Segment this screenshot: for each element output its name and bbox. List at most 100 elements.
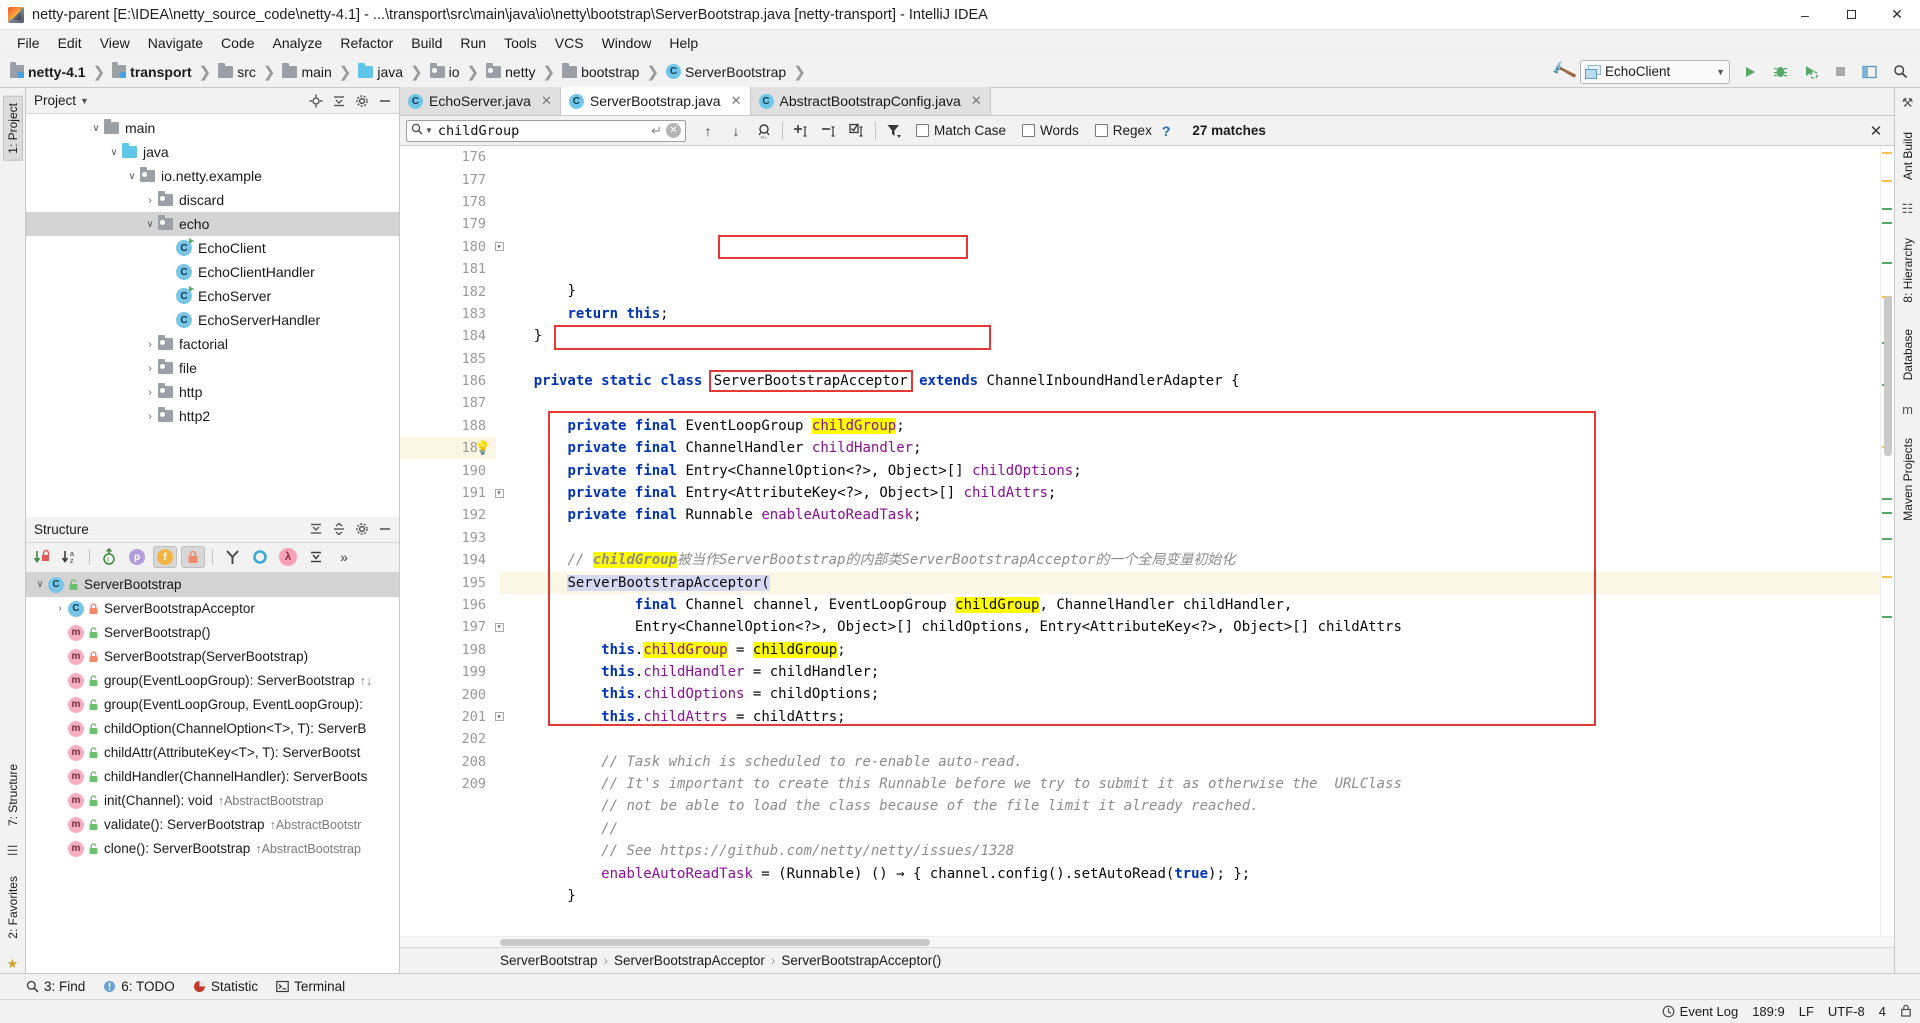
caret-position[interactable]: 189:9 [1752, 1004, 1785, 1019]
run-button[interactable] [1736, 59, 1764, 85]
debug-button[interactable] [1766, 59, 1794, 85]
bottom-item-todo[interactable]: 6: TODO [103, 979, 175, 994]
gutter-line[interactable]: 182 [400, 280, 496, 302]
clear-icon[interactable]: ✕ [666, 123, 681, 138]
gutter-line[interactable]: 196 [400, 594, 496, 616]
gutter-line[interactable]: ▾ 197 [400, 616, 504, 638]
menu-navigate[interactable]: Navigate [139, 33, 212, 53]
breadcrumb-item-project[interactable]: netty-4.1 [8, 56, 88, 87]
tab-serverbootstrap[interactable]: C ServerBootstrap.java ✕ [560, 87, 751, 115]
menu-code[interactable]: Code [212, 33, 263, 53]
expand-all-structure-button[interactable] [304, 546, 328, 568]
code-line[interactable]: ServerBootstrapAcceptor( [500, 571, 1880, 594]
gutter-line[interactable]: 192 [400, 504, 496, 526]
project-tree-node[interactable]: C EchoServerHandler [26, 308, 399, 332]
code-line[interactable]: private final ChannelHandler childHandle… [500, 437, 1880, 459]
menu-view[interactable]: View [91, 33, 139, 53]
tree-twisty[interactable]: › [142, 339, 158, 350]
event-log-item[interactable]: Event Log [1662, 1004, 1738, 1019]
code-line[interactable]: private final Runnable enableAutoReadTas… [500, 504, 1880, 526]
code-line[interactable]: Entry<ChannelOption<?>, Object>[] childO… [500, 616, 1880, 638]
gutter-line[interactable]: 💡 189 [400, 437, 496, 460]
code-line[interactable]: private final EventLoopGroup childGroup; [500, 415, 1880, 437]
show-fields-button[interactable]: f [153, 546, 177, 568]
settings-gear-icon[interactable] [352, 91, 372, 111]
minimize-button[interactable]: – [1782, 0, 1828, 30]
code-line[interactable]: // See https://github.com/netty/netty/is… [500, 840, 1880, 862]
expand-all-icon[interactable] [306, 519, 326, 539]
gutter-line[interactable]: 190 [400, 459, 496, 481]
run-with-coverage-button[interactable] [1796, 59, 1824, 85]
structure-tree-node[interactable]: m init(Channel): void ↑AbstractBootstrap [26, 789, 399, 813]
project-tree-node[interactable]: ∨ main [26, 116, 399, 140]
project-tree-node[interactable]: ∨ java [26, 140, 399, 164]
gutter-line[interactable]: 198 [400, 639, 496, 661]
breadcrumb-method[interactable]: ServerBootstrapAcceptor() [781, 953, 941, 968]
build-project-button[interactable]: 🔨 [1550, 58, 1578, 85]
close-icon[interactable]: ✕ [541, 93, 552, 109]
menu-window[interactable]: Window [593, 33, 661, 53]
project-tree[interactable]: ∨ main ∨ java ∨ io.netty.example › discard ∨ echo… [26, 114, 399, 517]
structure-tree-node[interactable]: m clone(): ServerBootstrap ↑AbstractBootst… [26, 837, 399, 861]
remove-selection-button[interactable] [815, 119, 843, 143]
gutter-line[interactable]: ▾ 180 [400, 236, 504, 258]
structure-tree-node[interactable]: m group(EventLoopGroup): ServerBootstrap ↑… [26, 669, 399, 693]
code-line[interactable]: } [500, 280, 1880, 302]
gutter-line[interactable]: 179 [400, 213, 496, 235]
checkbox[interactable] [1022, 124, 1036, 137]
sidebar-item-structure[interactable]: 7: Structure [4, 758, 22, 832]
tree-twisty[interactable]: › [142, 363, 158, 374]
structure-tree-node[interactable]: ∨ C ServerBootstrap [26, 572, 399, 597]
stop-button[interactable] [1826, 59, 1854, 85]
menu-edit[interactable]: Edit [49, 33, 91, 53]
sidebar-item-maven-projects[interactable]: Maven Projects [1899, 432, 1917, 527]
search-input-wrapper[interactable]: ▼ ↵ ✕ [406, 119, 686, 142]
gutter-line[interactable]: 187 [400, 392, 496, 414]
sort-by-visibility-button[interactable] [30, 546, 54, 568]
gutter-line[interactable]: 181 [400, 258, 496, 280]
gutter-line[interactable]: 185 [400, 348, 496, 370]
search-everywhere-button[interactable] [1886, 59, 1914, 85]
project-tree-node[interactable]: › discard [26, 188, 399, 212]
code-line[interactable]: } [500, 885, 1880, 907]
code-line[interactable]: private final Entry<AttributeKey<?>, Obj… [500, 482, 1880, 504]
code-line[interactable] [500, 527, 1880, 549]
breadcrumb-class[interactable]: ServerBootstrap [500, 953, 598, 968]
chevron-down-icon[interactable]: ▼ [425, 126, 433, 135]
structure-tree-node[interactable]: m childOption(ChannelOption<T>, T): Serve… [26, 717, 399, 741]
code-line[interactable]: } [500, 325, 1880, 347]
run-configuration-selector[interactable]: EchoClient ▼ [1580, 59, 1730, 84]
breadcrumb-item-main[interactable]: main [280, 56, 333, 87]
project-tree-node[interactable]: › file [26, 356, 399, 380]
tree-twisty[interactable]: ∨ [32, 579, 48, 590]
breadcrumb-item-transport[interactable]: transport [110, 56, 193, 87]
breadcrumb-item-java[interactable]: java [356, 56, 405, 87]
gutter-line[interactable]: 209 [400, 773, 496, 795]
code-line[interactable]: private final Entry<ChannelOption<?>, Ob… [500, 460, 1880, 482]
editor-horizontal-scrollbar[interactable] [400, 936, 1894, 947]
structure-tree-node[interactable]: m childAttr(AttributeKey<T>, T): ServerBo… [26, 741, 399, 765]
structure-tree-node[interactable]: m ServerBootstrap() [26, 621, 399, 645]
project-tree-node[interactable]: C EchoClient [26, 236, 399, 260]
tab-abstractbootstrapconfig[interactable]: C AbstractBootstrapConfig.java ✕ [750, 87, 991, 115]
structure-tree-node[interactable]: m group(EventLoopGroup, EventLoopGroup): [26, 693, 399, 717]
gutter-line[interactable]: 202 [400, 728, 496, 750]
gutter-line[interactable]: 199 [400, 661, 496, 683]
project-tree-node[interactable]: ∨ echo [26, 212, 399, 236]
breadcrumb-item-src[interactable]: src [216, 56, 258, 87]
menu-tools[interactable]: Tools [495, 33, 546, 53]
words-option[interactable]: Words [1022, 123, 1079, 138]
code-line[interactable]: this.childGroup = childGroup; [500, 639, 1880, 661]
close-find-bar-button[interactable]: ✕ [1864, 119, 1888, 143]
collapse-all-icon[interactable] [329, 519, 349, 539]
menu-analyze[interactable]: Analyze [264, 33, 332, 53]
scrollbar-thumb[interactable] [1884, 296, 1892, 456]
regex-option[interactable]: Regex [1094, 123, 1152, 138]
bottom-item-terminal[interactable]: Terminal [276, 979, 345, 994]
close-button[interactable]: ✕ [1874, 0, 1920, 30]
code-line[interactable]: // [500, 818, 1880, 840]
gutter-line[interactable]: 200 [400, 683, 496, 705]
hscrollbar-thumb[interactable] [500, 939, 930, 946]
gutter-line[interactable]: 188 [400, 415, 496, 437]
menu-file[interactable]: File [8, 33, 49, 53]
